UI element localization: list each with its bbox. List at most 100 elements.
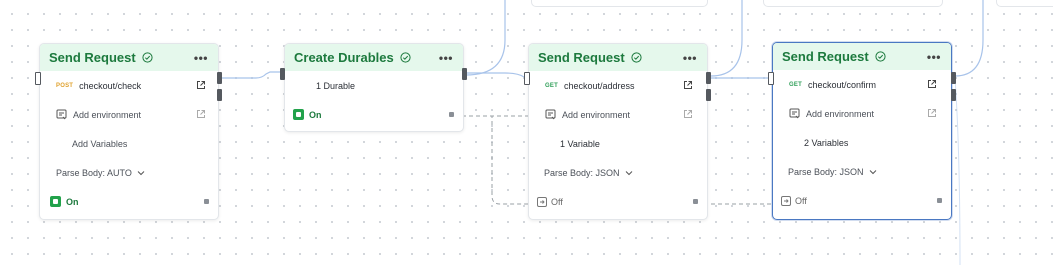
more-icon[interactable]: ••• <box>683 51 697 65</box>
output-handle[interactable] <box>449 112 454 117</box>
request-row[interactable]: POST checkout/check <box>40 71 218 100</box>
environment-row[interactable]: Add environment <box>529 100 707 129</box>
wire-1-to-2 <box>222 71 281 79</box>
variables-row[interactable]: 2 Variables <box>773 128 951 157</box>
external-link-icon[interactable] <box>683 80 693 90</box>
request-row[interactable]: GET checkout/address <box>529 71 707 100</box>
durables-count: 1 Durable <box>316 80 356 91</box>
external-link-icon[interactable] <box>927 79 937 89</box>
chevron-down-icon <box>137 170 145 175</box>
toggle-off-icon <box>537 196 547 207</box>
environment-row[interactable]: Add environment <box>40 100 218 129</box>
add-environment-label: Add environment <box>73 109 142 120</box>
toggle-off-icon[interactable]: Off <box>537 196 563 207</box>
node-title: Send Request <box>538 50 625 65</box>
more-icon[interactable]: ••• <box>194 51 208 65</box>
output-handle[interactable] <box>693 199 698 204</box>
input-port[interactable] <box>768 72 774 85</box>
output-port[interactable] <box>706 89 711 101</box>
node-header[interactable]: Create Durables ••• <box>285 44 463 71</box>
offscreen-card-stub <box>531 0 708 7</box>
status-row[interactable]: Off <box>773 186 951 215</box>
variables-label: Add Variables <box>72 138 128 149</box>
output-port[interactable] <box>280 68 285 80</box>
status-row[interactable]: Off <box>529 187 707 216</box>
external-link-icon[interactable] <box>683 109 693 119</box>
toggle-on-icon[interactable]: On <box>50 196 79 207</box>
wire-2-to-3 <box>466 72 525 78</box>
method-badge: POST <box>56 82 74 89</box>
request-path: checkout/address <box>563 80 635 91</box>
check-circle-icon <box>400 52 411 63</box>
chevron-down-icon <box>869 169 876 174</box>
output-handle[interactable] <box>937 198 942 203</box>
more-icon[interactable]: ••• <box>927 50 941 64</box>
node-title: Send Request <box>49 50 136 65</box>
more-icon[interactable]: ••• <box>439 51 453 65</box>
check-circle-icon <box>631 52 642 63</box>
output-port[interactable] <box>951 89 956 101</box>
status-label: On <box>66 196 79 207</box>
input-port[interactable] <box>524 72 530 85</box>
check-circle-icon <box>142 52 153 63</box>
request-row[interactable]: GET checkout/confirm <box>773 70 951 99</box>
environment-icon <box>545 109 556 120</box>
parse-body-label: Parse Body: JSON <box>788 166 864 177</box>
offscreen-card-stub <box>763 0 943 7</box>
node-send-request-check[interactable]: Send Request ••• POST checkout/check Add… <box>39 43 219 220</box>
environment-icon <box>56 109 67 120</box>
input-port[interactable] <box>35 72 41 85</box>
output-port[interactable] <box>462 68 467 80</box>
node-title: Send Request <box>782 49 869 64</box>
chevron-down-icon <box>625 170 632 175</box>
variables-row[interactable]: Add Variables <box>40 129 218 158</box>
add-environment-label: Add environment <box>806 108 875 119</box>
node-create-durables[interactable]: Create Durables ••• 1 Durable On <box>284 43 464 132</box>
toggle-off-icon[interactable]: Off <box>781 195 807 206</box>
parse-body-label: Parse Body: JSON <box>544 167 620 178</box>
variables-label: 1 Variable <box>560 138 600 149</box>
output-port[interactable] <box>217 89 222 101</box>
output-port[interactable] <box>951 72 956 84</box>
node-title: Create Durables <box>294 50 394 65</box>
parse-body-label: Parse Body: AUTO <box>56 167 132 178</box>
check-circle-icon <box>875 51 886 62</box>
wire-3-up <box>710 0 743 77</box>
method-badge: GET <box>789 81 802 88</box>
environment-icon <box>789 108 800 119</box>
status-label: Off <box>795 195 807 206</box>
external-link-icon[interactable] <box>196 109 206 119</box>
parse-body-select[interactable]: Parse Body: JSON <box>529 158 707 187</box>
parse-body-select[interactable]: Parse Body: AUTO <box>40 158 218 187</box>
wire-4-up <box>954 0 984 77</box>
status-row[interactable]: On <box>285 100 463 129</box>
request-path: checkout/check <box>79 80 142 91</box>
variables-label: 2 Variables <box>804 137 849 148</box>
wire-4-down <box>954 77 961 265</box>
wire-2-up <box>465 0 506 76</box>
status-row[interactable]: On <box>40 187 218 216</box>
node-header[interactable]: Send Request ••• <box>40 44 218 71</box>
output-handle[interactable] <box>204 199 209 204</box>
node-send-request-confirm[interactable]: Send Request ••• GET checkout/confirm Ad… <box>772 42 952 220</box>
external-link-icon[interactable] <box>927 108 937 118</box>
environment-row[interactable]: Add environment <box>773 99 951 128</box>
durables-row[interactable]: 1 Durable <box>285 71 463 100</box>
output-port[interactable] <box>217 72 222 84</box>
add-environment-label: Add environment <box>562 109 631 120</box>
node-header[interactable]: Send Request ••• <box>773 43 951 70</box>
node-send-request-address[interactable]: Send Request ••• GET checkout/address Ad… <box>528 43 708 220</box>
request-path: checkout/confirm <box>807 79 876 90</box>
toggle-off-icon <box>781 195 791 206</box>
status-label: Off <box>551 196 563 207</box>
variables-row[interactable]: 1 Variable <box>529 129 707 158</box>
node-header[interactable]: Send Request ••• <box>529 44 707 71</box>
offscreen-card-stub <box>996 0 1053 7</box>
dashed-wire-a <box>455 115 528 205</box>
external-link-icon[interactable] <box>196 80 206 90</box>
method-badge: GET <box>545 82 558 89</box>
toggle-on-icon[interactable]: On <box>293 109 322 120</box>
status-label: On <box>309 109 322 120</box>
output-port[interactable] <box>706 72 711 84</box>
parse-body-select[interactable]: Parse Body: JSON <box>773 157 951 186</box>
